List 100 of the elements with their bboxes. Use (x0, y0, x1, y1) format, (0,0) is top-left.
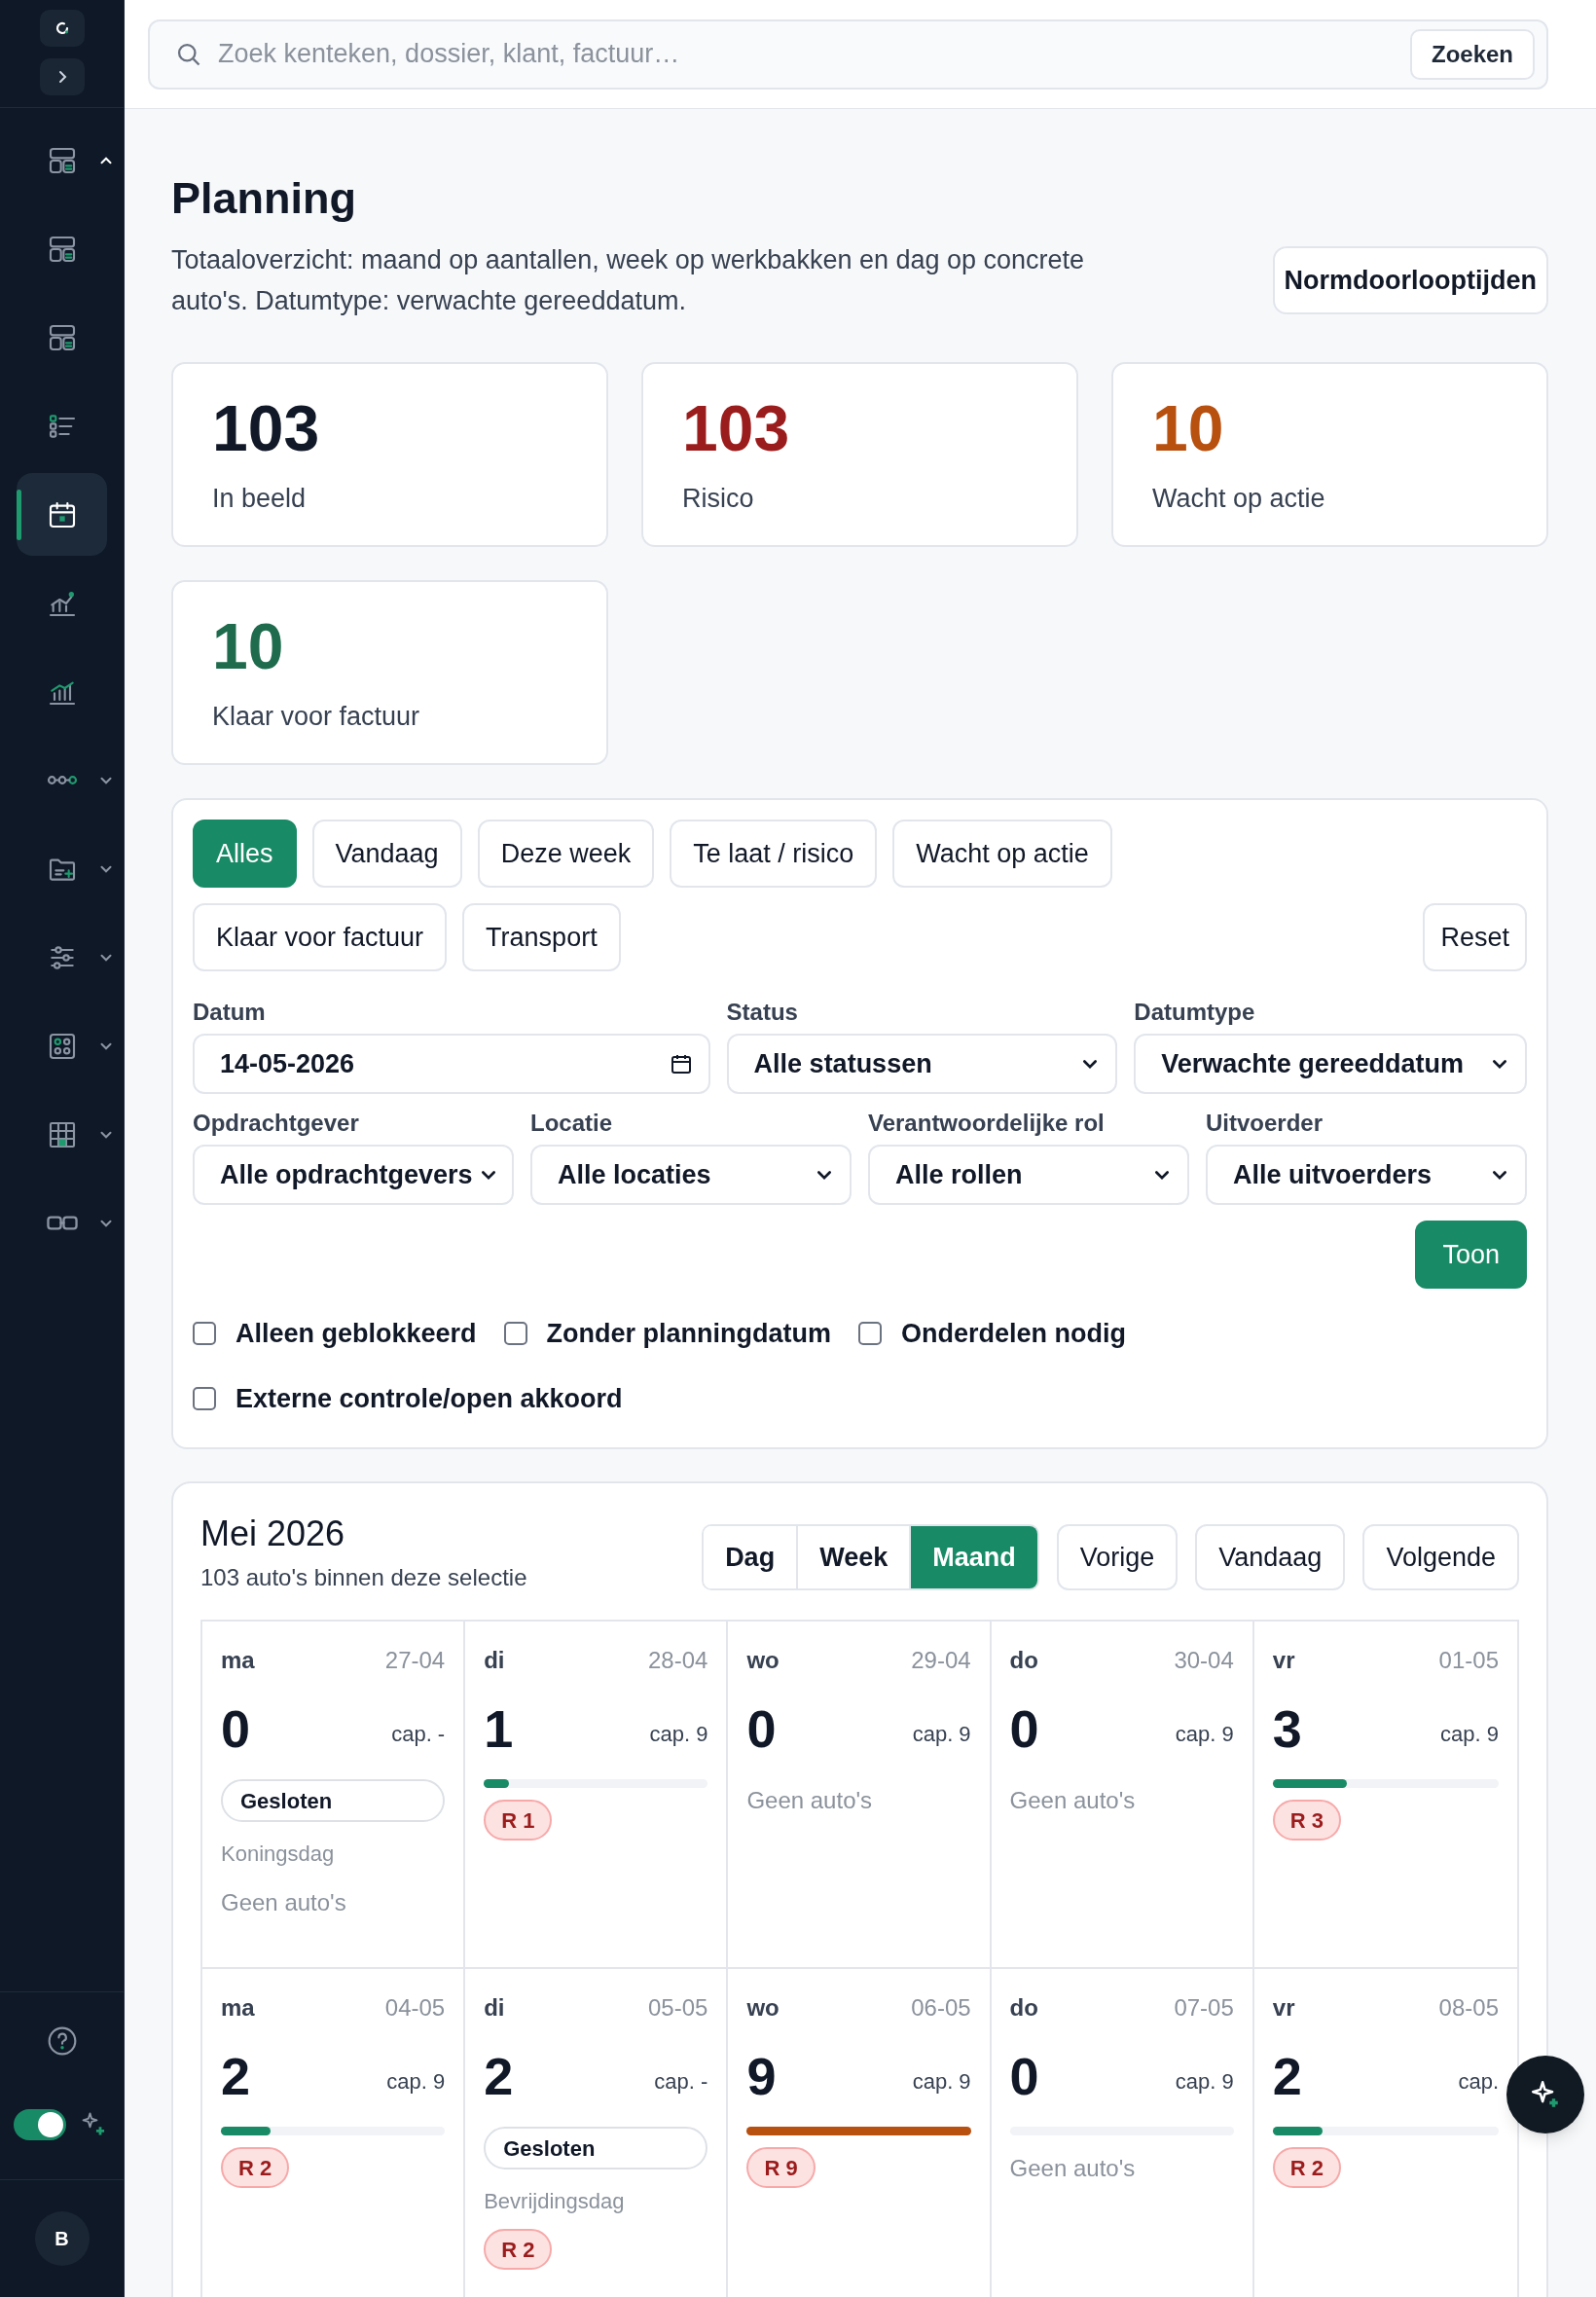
filter-chip[interactable]: Alles (193, 820, 297, 888)
capacity-label: cap. 9 (649, 1721, 708, 1748)
car-count: 2 (221, 2047, 251, 2105)
stat-value: 10 (1152, 393, 1225, 463)
capacity-label: cap. - (654, 2068, 708, 2096)
day-cell[interactable]: ma 27-04 0 cap. - Gesloten Koningsdag Geen auto's (202, 1622, 466, 1969)
date-field[interactable]: 14-05-2026 (193, 1034, 710, 1094)
checkbox[interactable] (503, 1322, 527, 1346)
filter-chip[interactable]: Deze week (477, 820, 655, 888)
day-cell[interactable]: wo 29-04 0 cap. 9 Geen auto's (728, 1622, 992, 1969)
sidebar-item[interactable] (17, 473, 107, 556)
car-count: 2 (484, 2047, 514, 2105)
field-label: Uitvoerder (1206, 1109, 1324, 1138)
dropdown[interactable]: Verwachte gereeddatum (1134, 1034, 1527, 1094)
empty-label: Geen auto's (746, 1786, 873, 1815)
weekday-label: ma (221, 1646, 255, 1675)
nav-button[interactable]: Vorige (1056, 1524, 1179, 1590)
filter-chip[interactable]: Vandaag (311, 820, 462, 888)
weekday-label: vr (1272, 1993, 1295, 2023)
car-count: 0 (1009, 2047, 1039, 2105)
risk-badge: R 1 (484, 1800, 553, 1841)
reset-button[interactable]: Reset (1423, 903, 1527, 971)
logo-button[interactable] (39, 10, 85, 47)
weekday-label: do (1009, 1993, 1038, 2023)
car-count: 0 (1009, 1699, 1039, 1758)
stat-label: Risico (682, 483, 755, 515)
day-cell[interactable]: do 30-04 0 cap. 9 Geen auto's (991, 1622, 1254, 1969)
risk-badge: R 3 (1272, 1800, 1342, 1841)
weekday-label: di (484, 1993, 505, 2023)
toggle-switch[interactable] (13, 2109, 66, 2140)
car-count: 3 (1272, 1699, 1302, 1758)
page-title: Planning (171, 172, 357, 225)
calendar-icon (669, 1052, 693, 1076)
dropdown[interactable]: Alle locaties (530, 1145, 852, 1205)
car-count: 2 (1272, 2047, 1302, 2105)
capacity-label: cap. 9 (912, 2068, 971, 2096)
holiday-label: Koningsdag (221, 1841, 335, 1868)
day-cell[interactable]: di 28-04 1 cap. 9 R 1 (465, 1622, 729, 1969)
search-field[interactable]: Zoek kenteken, dossier, klant, factuur… Zoeken (148, 18, 1548, 90)
risk-badge: R 2 (1272, 2147, 1342, 2188)
calendar-subtitle: 103 auto's binnen deze selectie (200, 1563, 527, 1592)
search-button[interactable]: Zoeken (1409, 28, 1535, 80)
stat-label: Wacht op actie (1152, 483, 1326, 515)
capacity-label: cap. 9 (386, 2068, 446, 2096)
car-count: 0 (746, 1699, 777, 1758)
stat-label: In beeld (212, 483, 308, 515)
nav-button[interactable]: Volgende (1362, 1524, 1519, 1590)
weekday-label: wo (746, 1646, 780, 1675)
filter-chip[interactable]: Klaar voor factuur (193, 903, 448, 971)
date-label: 01-05 (1438, 1646, 1499, 1675)
risk-badge: R 9 (746, 2147, 816, 2188)
dropdown[interactable]: Alle rollen (868, 1145, 1189, 1205)
field-label: Status (726, 998, 799, 1027)
car-count: 9 (746, 2047, 777, 2105)
help-icon[interactable] (46, 2025, 78, 2057)
checkbox-label[interactable]: Onderdelen nodig (901, 1314, 1127, 1354)
capacity-label: cap. 9 (1175, 2068, 1234, 2096)
empty-label: Geen auto's (1009, 2154, 1136, 2183)
checkbox[interactable] (193, 1386, 216, 1410)
empty-label: Geen auto's (1009, 1786, 1136, 1815)
view-tab[interactable]: Maand (909, 1526, 1037, 1588)
stat-value: 10 (212, 611, 285, 681)
date-label: 28-04 (648, 1646, 708, 1675)
capacity-label: cap. - (391, 1721, 446, 1748)
date-label: 30-04 (1174, 1646, 1234, 1675)
field-label: Locatie (530, 1109, 614, 1138)
field-label: Verantwoordelijke rol (868, 1109, 1106, 1138)
checkbox-label[interactable]: Externe controle/open akkoord (236, 1378, 623, 1418)
checkbox-label[interactable]: Alleen geblokkeerd (236, 1314, 477, 1354)
date-label: 27-04 (384, 1646, 446, 1675)
weekday-label: di (484, 1646, 505, 1675)
capacity-label: cap. 9 (1175, 1721, 1234, 1748)
checkbox[interactable] (858, 1322, 883, 1346)
weekday-label: ma (221, 1993, 255, 2023)
nav-button[interactable]: Vandaag (1195, 1524, 1346, 1590)
stat-value: 103 (212, 393, 321, 463)
filter-chip[interactable]: Transport (462, 903, 621, 971)
date-label: 08-05 (1438, 1993, 1499, 2023)
field-label: Datumtype (1134, 998, 1256, 1027)
calendar-title: Mei 2026 (200, 1513, 346, 1555)
filter-chip[interactable]: Wacht op actie (892, 820, 1112, 888)
checkbox[interactable] (193, 1322, 216, 1346)
stat-label: Klaar voor factuur (212, 701, 421, 733)
weekday-label: do (1009, 1646, 1038, 1675)
norm-times-button[interactable]: Normdoorlooptijden (1272, 246, 1548, 314)
date-label: 05-05 (648, 1993, 708, 2023)
show-button[interactable]: Toon (1415, 1221, 1527, 1289)
avatar[interactable]: B (34, 2211, 90, 2266)
filter-chip[interactable]: Te laat / risico (670, 820, 878, 888)
risk-badge: R 2 (221, 2147, 290, 2188)
capacity-label: cap. 9 (1440, 1721, 1499, 1748)
dropdown[interactable]: Alle opdrachtgevers (193, 1145, 514, 1205)
car-count: 0 (221, 1699, 251, 1758)
holiday-label: Bevrijdingsdag (484, 2188, 625, 2215)
field-label: Opdrachtgever (193, 1109, 360, 1138)
dropdown[interactable]: Alle statussen (726, 1034, 1118, 1094)
stat-value: 103 (682, 393, 791, 463)
risk-badge: R 2 (484, 2229, 553, 2270)
dropdown[interactable]: Alle uitvoerders (1206, 1145, 1527, 1205)
checkbox-label[interactable]: Zonder planningdatum (546, 1314, 832, 1354)
